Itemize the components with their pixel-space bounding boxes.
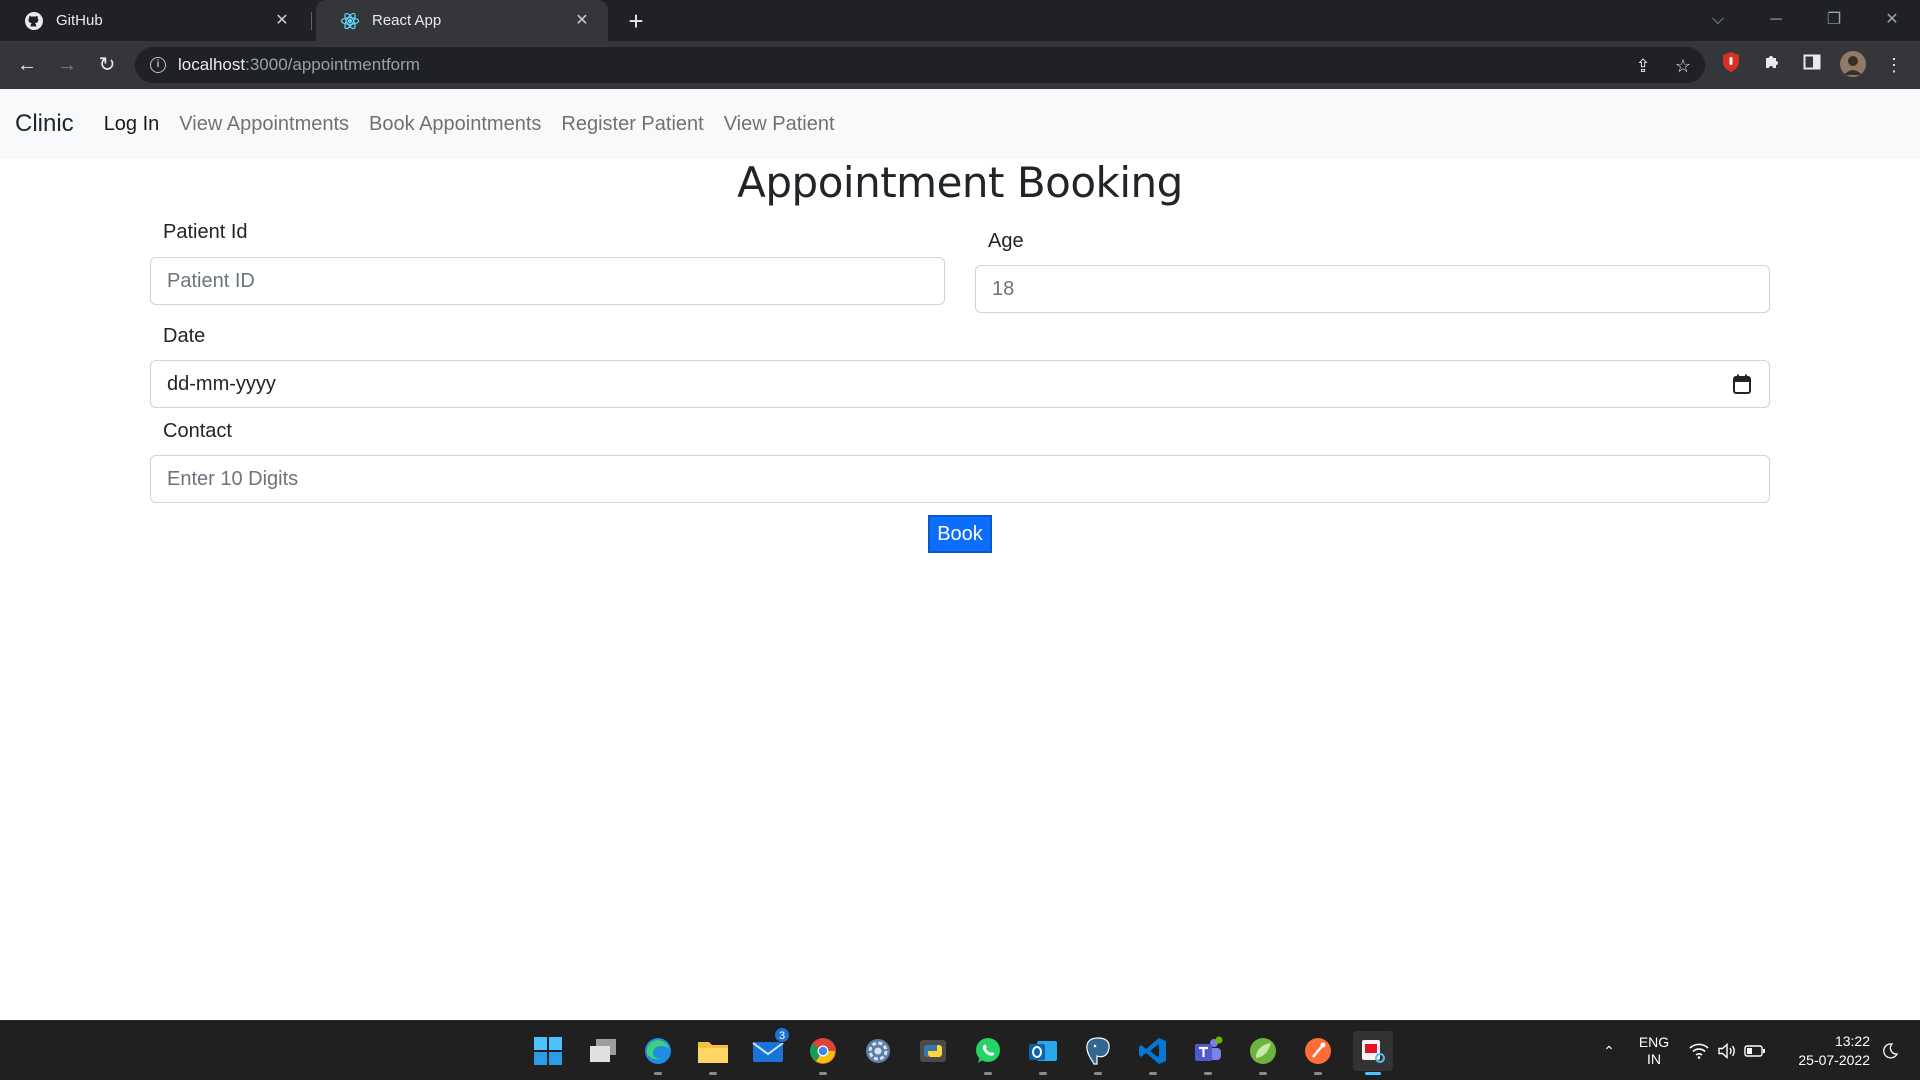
outlook-icon[interactable] (1023, 1031, 1063, 1075)
mail-icon[interactable]: 3 (748, 1027, 790, 1071)
running-indicator (1039, 1072, 1047, 1075)
clock-date: 25-07-2022 (1798, 1052, 1870, 1068)
postman-icon[interactable] (1298, 1031, 1338, 1075)
show-hidden-icons-chevron-icon[interactable]: ⌃ (1597, 1021, 1621, 1080)
new-tab-button[interactable]: + (622, 8, 650, 36)
volume-icon[interactable] (1714, 1021, 1740, 1080)
mail-badge: 3 (774, 1027, 790, 1043)
reload-icon[interactable]: ↻ (93, 51, 121, 79)
battery-icon[interactable] (1742, 1021, 1768, 1080)
back-arrow-icon[interactable]: ← (13, 51, 41, 79)
wifi-icon[interactable] (1686, 1021, 1712, 1080)
browser-toolbar: ← → ↻ i localhost:3000/appointmentform ⇪… (0, 41, 1920, 89)
running-indicator (1365, 1072, 1381, 1075)
date-input[interactable]: dd-mm-yyyy (150, 360, 1770, 408)
book-button[interactable]: Book (928, 515, 992, 553)
chrome-browser-icon[interactable] (803, 1031, 843, 1075)
profile-avatar[interactable] (1839, 51, 1867, 79)
focus-moon-icon[interactable] (1878, 1021, 1902, 1080)
task-view-icon[interactable] (583, 1031, 623, 1071)
extensions-puzzle-icon[interactable] (1758, 51, 1786, 79)
nav-link-log-in[interactable]: Log In (104, 113, 160, 136)
whatsapp-icon[interactable] (968, 1031, 1008, 1075)
react-icon (340, 11, 360, 31)
nav-link-book-appointments[interactable]: Book Appointments (369, 113, 541, 136)
tab-react-app[interactable]: React App ✕ (316, 0, 608, 41)
running-indicator (1314, 1072, 1322, 1075)
vscode-icon[interactable] (1133, 1031, 1173, 1075)
calendar-icon[interactable] (1733, 374, 1751, 394)
language-code: ENG (1638, 1034, 1670, 1050)
patient-id-input[interactable]: Patient ID (150, 257, 945, 305)
page-title: Appointment Booking (737, 158, 1183, 207)
close-tab-icon[interactable]: ✕ (272, 11, 292, 31)
windows-taskbar: 3 ⌃ ENG IN 13:22 25-07-2022 (0, 1020, 1920, 1080)
snipping-tool-icon[interactable] (1353, 1031, 1393, 1075)
nav-link-view-appointments[interactable]: View Appointments (179, 113, 349, 136)
chrome-menu-icon[interactable]: ⋮ (1880, 51, 1908, 79)
browser-tab-strip: GitHub ✕ React App ✕ + ⌵ ─ ❐ ✕ (0, 0, 1920, 41)
close-tab-icon[interactable]: ✕ (572, 11, 592, 31)
running-indicator (1204, 1072, 1212, 1075)
app-navbar: Clinic Log In View Appointments Book App… (0, 89, 1920, 159)
running-indicator (1094, 1072, 1102, 1075)
contact-input[interactable]: Enter 10 Digits (150, 455, 1770, 503)
tab-github[interactable]: GitHub ✕ (0, 0, 308, 41)
clock-time: 13:22 (1834, 1033, 1870, 1049)
extension-shield-icon[interactable] (1717, 51, 1745, 79)
nav-link-register-patient[interactable]: Register Patient (561, 113, 703, 136)
tab-search-chevron-icon[interactable]: ⌵ (1706, 8, 1730, 32)
date-placeholder: dd-mm-yyyy (167, 372, 276, 395)
contact-label: Contact (163, 420, 232, 442)
spring-tool-suite-icon[interactable] (1243, 1031, 1283, 1075)
running-indicator (984, 1072, 992, 1075)
age-input[interactable]: 18 (975, 265, 1770, 313)
python-icon[interactable] (913, 1031, 953, 1071)
start-windows-icon[interactable] (528, 1031, 568, 1071)
running-indicator (1259, 1072, 1267, 1075)
postgresql-icon[interactable] (1078, 1031, 1118, 1075)
nav-link-view-patient[interactable]: View Patient (724, 113, 835, 136)
github-icon (24, 11, 44, 31)
edge-browser-icon[interactable] (638, 1031, 678, 1075)
tab-separator (311, 12, 312, 30)
age-label: Age (988, 230, 1024, 252)
tab-title: GitHub (56, 12, 103, 29)
patient-id-placeholder: Patient ID (167, 269, 255, 292)
forward-arrow-icon[interactable]: → (53, 51, 81, 79)
running-indicator (819, 1072, 827, 1075)
age-value: 18 (992, 277, 1015, 300)
site-info-icon[interactable]: i (150, 57, 166, 73)
region-code: IN (1647, 1051, 1661, 1067)
running-indicator (654, 1072, 662, 1075)
language-indicator[interactable]: ENG IN (1632, 1021, 1676, 1080)
patient-id-label: Patient Id (163, 221, 248, 243)
minimize-button[interactable]: ─ (1764, 8, 1788, 32)
tab-title: React App (372, 12, 442, 29)
side-panel-icon[interactable] (1798, 51, 1826, 79)
running-indicator (709, 1072, 717, 1075)
file-explorer-icon[interactable] (693, 1031, 733, 1075)
close-window-button[interactable]: ✕ (1880, 8, 1904, 32)
system-clock[interactable]: 13:22 25-07-2022 (1780, 1021, 1870, 1080)
url-text: localhost:3000/appointmentform (178, 55, 420, 74)
bookmark-star-icon[interactable]: ☆ (1670, 53, 1696, 79)
restore-button[interactable]: ❐ (1822, 8, 1846, 32)
navbar-brand[interactable]: Clinic (15, 110, 74, 138)
share-icon[interactable]: ⇪ (1630, 53, 1656, 79)
address-bar[interactable]: i localhost:3000/appointmentform ⇪ ☆ (135, 47, 1705, 83)
contact-placeholder: Enter 10 Digits (167, 467, 299, 490)
date-label: Date (163, 325, 206, 347)
running-indicator (1149, 1072, 1157, 1075)
settings-gear-icon[interactable] (858, 1031, 898, 1071)
teams-icon[interactable] (1188, 1031, 1228, 1075)
